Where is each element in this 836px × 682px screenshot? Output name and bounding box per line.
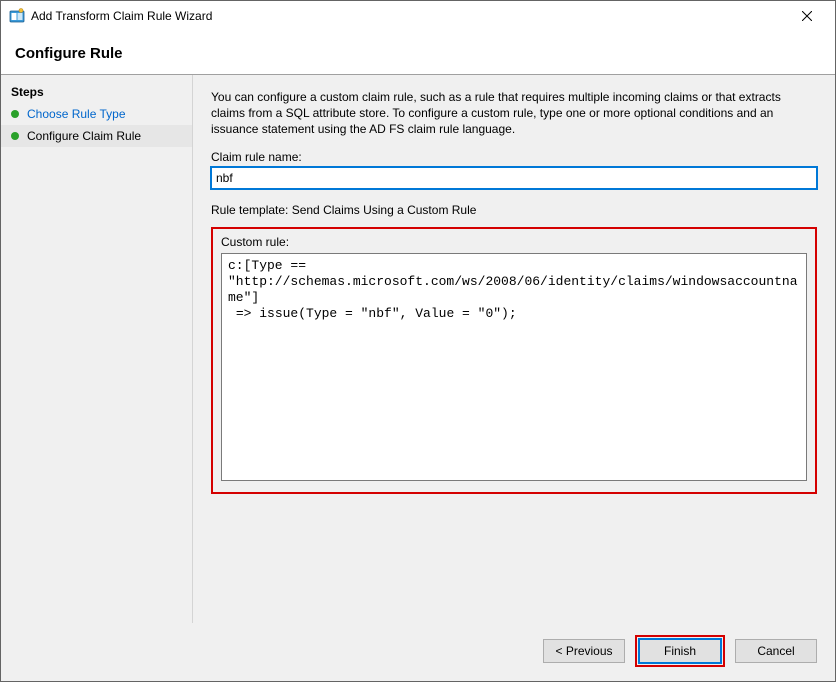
custom-rule-highlight: Custom rule: xyxy=(211,227,817,494)
finish-highlight: Finish xyxy=(635,635,725,667)
step-bullet-icon xyxy=(11,110,19,118)
step-configure-claim-rule[interactable]: Configure Claim Rule xyxy=(1,125,192,147)
finish-button[interactable]: Finish xyxy=(639,639,721,663)
description-text: You can configure a custom claim rule, s… xyxy=(211,89,817,138)
steps-sidebar: Steps Choose Rule Type Configure Claim R… xyxy=(1,75,193,623)
wizard-icon xyxy=(9,8,25,24)
claim-rule-name-input[interactable] xyxy=(211,167,817,189)
custom-rule-textarea[interactable] xyxy=(221,253,807,481)
steps-header: Steps xyxy=(1,81,192,103)
custom-rule-label: Custom rule: xyxy=(221,235,807,249)
claim-rule-name-label: Claim rule name: xyxy=(211,150,817,164)
main-panel: You can configure a custom claim rule, s… xyxy=(193,75,835,623)
step-bullet-icon xyxy=(11,132,19,140)
wizard-window: Add Transform Claim Rule Wizard Configur… xyxy=(0,0,836,682)
page-title: Configure Rule xyxy=(15,45,821,62)
step-label: Choose Rule Type xyxy=(27,107,126,121)
step-label: Configure Claim Rule xyxy=(27,129,141,143)
wizard-body: Steps Choose Rule Type Configure Claim R… xyxy=(1,75,835,623)
page-header: Configure Rule xyxy=(1,31,835,75)
rule-template-text: Rule template: Send Claims Using a Custo… xyxy=(211,203,817,217)
step-choose-rule-type[interactable]: Choose Rule Type xyxy=(1,103,192,125)
titlebar: Add Transform Claim Rule Wizard xyxy=(1,1,835,31)
window-title: Add Transform Claim Rule Wizard xyxy=(31,9,787,23)
close-button[interactable] xyxy=(787,2,827,30)
cancel-button[interactable]: Cancel xyxy=(735,639,817,663)
button-row: < Previous Finish Cancel xyxy=(1,623,835,681)
previous-button[interactable]: < Previous xyxy=(543,639,625,663)
